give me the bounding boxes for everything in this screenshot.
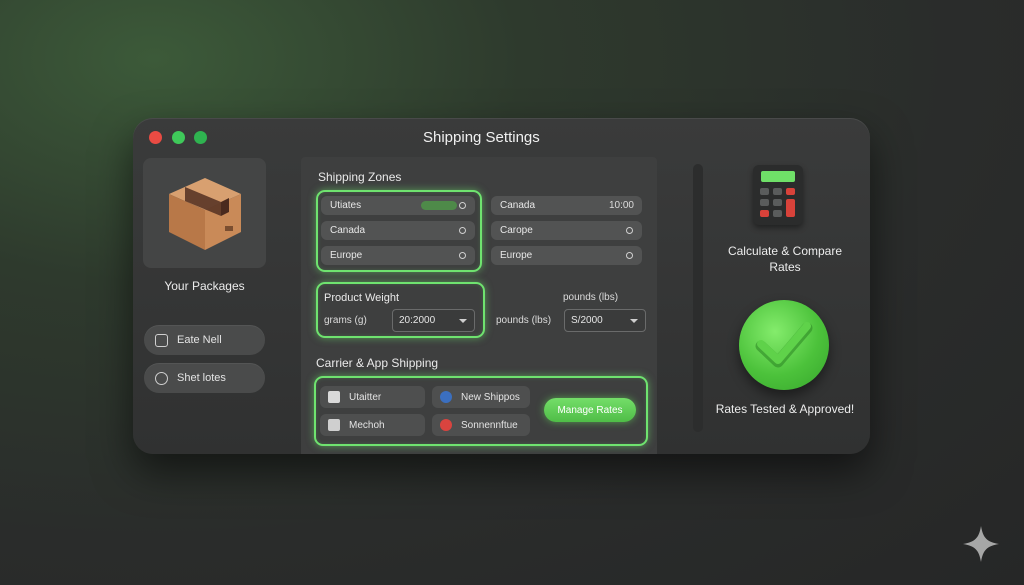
notes-button-label: Shet lotes bbox=[177, 372, 226, 384]
zone-label: Carope bbox=[500, 225, 533, 236]
package-card[interactable] bbox=[143, 158, 266, 268]
chevron-down-icon bbox=[459, 319, 467, 323]
manage-rates-button[interactable]: Manage Rates bbox=[544, 398, 636, 422]
zone-label: Utiates bbox=[330, 200, 362, 211]
zone-right-2[interactable]: Carope bbox=[491, 221, 642, 240]
carrier-mechoh[interactable]: Mechoh bbox=[320, 414, 425, 436]
carrier-new-shippos[interactable]: New Shippos bbox=[432, 386, 530, 408]
carrier-shipping-title: Carrier & App Shipping bbox=[316, 356, 439, 370]
edit-button-label: Eate Nell bbox=[177, 334, 222, 346]
grams-select[interactable]: 20:2000 bbox=[392, 309, 475, 332]
carrier-label: Utaitter bbox=[349, 391, 382, 403]
zone-toggle[interactable] bbox=[421, 201, 457, 210]
sparkle-icon bbox=[963, 526, 999, 562]
pounds-value: S/2000 bbox=[571, 315, 603, 326]
package-icon bbox=[169, 178, 241, 250]
minimize-window-button[interactable] bbox=[172, 131, 185, 144]
radio-icon bbox=[626, 227, 633, 234]
zone-right-3[interactable]: Europe bbox=[491, 246, 642, 265]
notes-button[interactable]: Shet lotes bbox=[144, 363, 265, 393]
zone-right-1[interactable]: Canada 10:00 bbox=[491, 196, 642, 215]
radio-icon bbox=[459, 202, 466, 209]
grid-icon bbox=[328, 419, 340, 431]
edit-button[interactable]: Eate Nell bbox=[144, 325, 265, 355]
shipping-settings-window: Shipping Settings Your Packages Eate Nel… bbox=[133, 118, 870, 454]
carrier-label: Mechoh bbox=[349, 419, 385, 431]
pounds-select[interactable]: S/2000 bbox=[564, 309, 646, 332]
notes-icon bbox=[155, 371, 168, 385]
chevron-down-icon bbox=[630, 319, 638, 323]
zone-left-1[interactable]: Utiates bbox=[321, 196, 475, 215]
zoom-window-button[interactable] bbox=[194, 131, 207, 144]
pounds-unit-label: pounds (lbs) bbox=[496, 315, 552, 326]
shippo-icon bbox=[440, 391, 452, 403]
carrier-icon bbox=[328, 391, 340, 403]
check-icon bbox=[739, 300, 829, 390]
settings-panel: Shipping Zones Utiates Canada Europe Can… bbox=[301, 157, 657, 454]
zone-label: Europe bbox=[330, 250, 363, 261]
zone-label: Canada bbox=[330, 225, 366, 236]
carrier-utaitter[interactable]: Utaitter bbox=[320, 386, 425, 408]
zone-left-3[interactable]: Europe bbox=[321, 246, 475, 265]
radio-icon bbox=[459, 252, 466, 259]
carrier-label: New Shippos bbox=[461, 391, 520, 403]
rates-approved-label: Rates Tested & Approved! bbox=[715, 402, 855, 416]
your-packages-label: Your Packages bbox=[164, 279, 245, 293]
carrier-label: Sonnennftue bbox=[461, 419, 518, 431]
carrier-sonnennftue[interactable]: Sonnennftue bbox=[432, 414, 530, 436]
zone-left-2[interactable]: Canada bbox=[321, 221, 475, 240]
zone-value: 10:00 bbox=[608, 200, 634, 211]
calculate-compare-label: Calculate & Compare Rates bbox=[727, 244, 843, 274]
edit-icon bbox=[155, 333, 168, 347]
calculator-icon bbox=[753, 165, 803, 225]
product-weight-title: Product Weight bbox=[324, 292, 400, 304]
radio-icon bbox=[626, 252, 633, 259]
window-title: Shipping Settings bbox=[423, 129, 540, 146]
shipping-zones-title: Shipping Zones bbox=[318, 170, 402, 184]
panel-divider bbox=[693, 164, 703, 432]
close-window-button[interactable] bbox=[149, 131, 162, 144]
grams-unit-label: grams (g) bbox=[324, 315, 367, 326]
zone-label: Europe bbox=[500, 250, 533, 261]
radio-icon bbox=[459, 227, 466, 234]
pounds-header-label: pounds (lbs) bbox=[563, 292, 619, 303]
zone-label: Canada bbox=[500, 200, 536, 211]
grams-value: 20:2000 bbox=[399, 315, 436, 326]
carrier-logo-icon bbox=[440, 419, 452, 431]
